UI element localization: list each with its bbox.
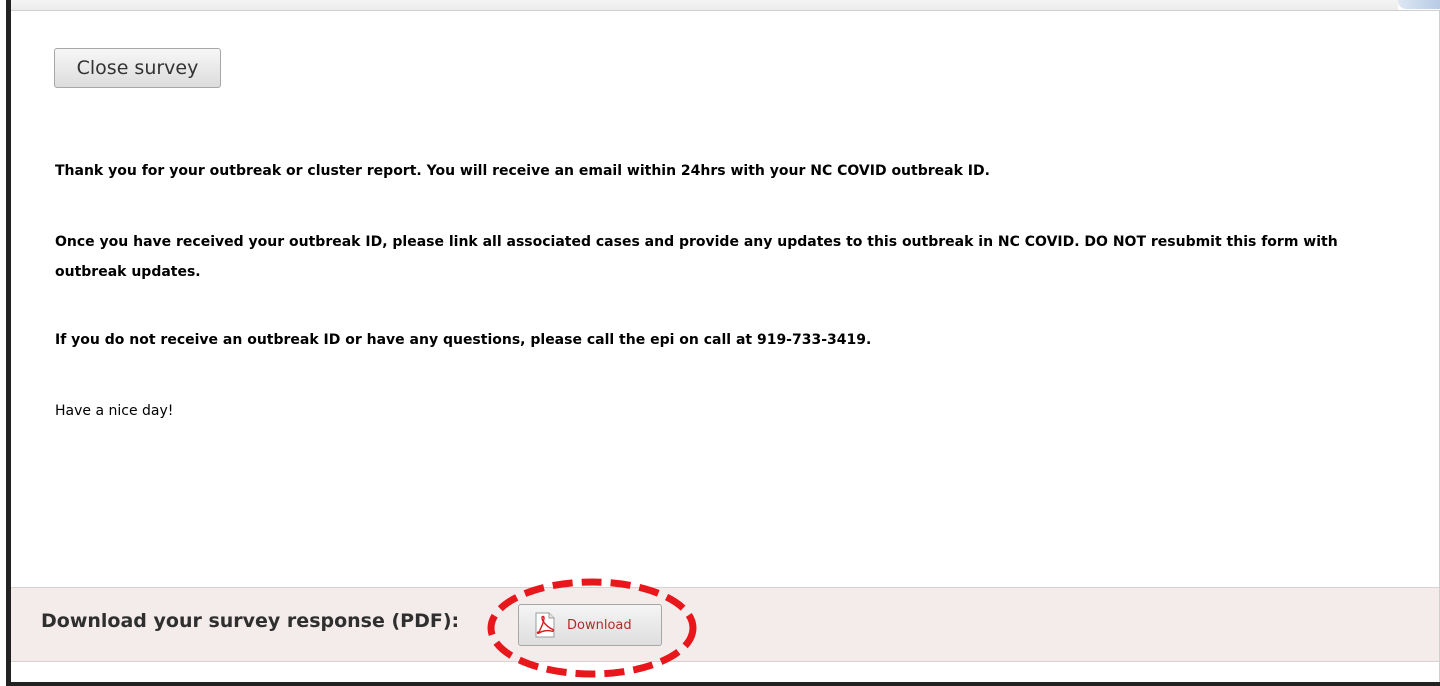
close-survey-button[interactable]: Close survey bbox=[54, 48, 221, 88]
download-label: Download your survey response (PDF): bbox=[41, 610, 460, 632]
pdf-icon bbox=[533, 612, 557, 638]
survey-completion-page: Close survey Thank you for your outbreak… bbox=[0, 0, 1440, 686]
bottom-border bbox=[6, 682, 1440, 686]
corner-accent bbox=[1398, 0, 1440, 9]
download-button-label: Download bbox=[567, 617, 632, 633]
closing-message: Have a nice day! bbox=[55, 403, 174, 419]
confirmation-message: Thank you for your outbreak or cluster r… bbox=[55, 163, 990, 179]
left-border bbox=[6, 0, 11, 686]
contact-message: If you do not receive an outbreak ID or … bbox=[55, 332, 872, 348]
top-strip bbox=[11, 0, 1398, 10]
top-border bbox=[11, 10, 1440, 11]
download-bar: Download your survey response (PDF): Dow… bbox=[11, 587, 1439, 662]
instructions-message: Once you have received your outbreak ID,… bbox=[55, 234, 1338, 280]
download-pdf-button[interactable]: Download bbox=[518, 604, 662, 646]
